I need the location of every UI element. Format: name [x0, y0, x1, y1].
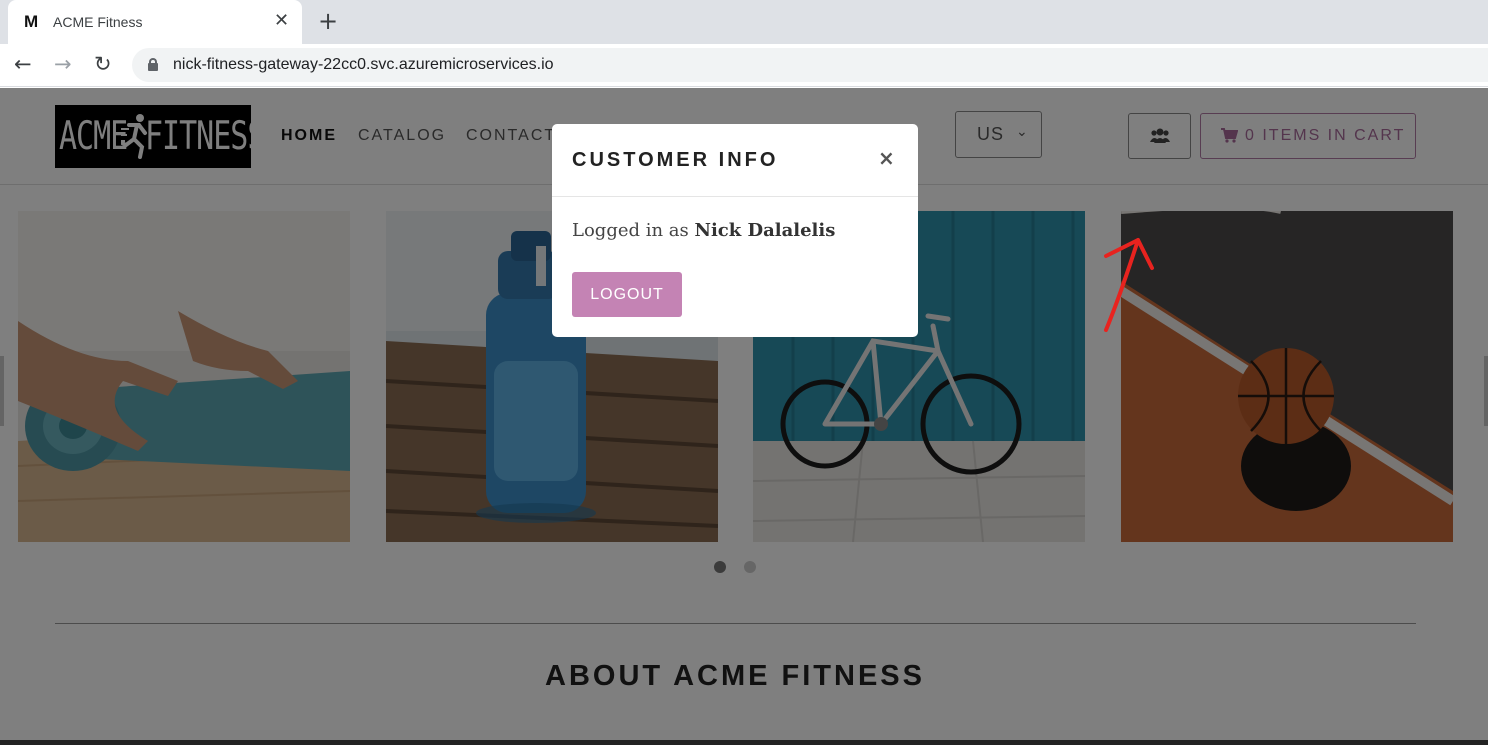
tab-title: ACME Fitness — [53, 14, 143, 30]
favicon-icon: M — [24, 12, 39, 31]
logged-in-prefix: Logged in as — [572, 220, 695, 241]
browser-toolbar: ← → ↻ nick-fitness-gateway-22cc0.svc.azu… — [0, 44, 1488, 87]
lock-icon[interactable] — [148, 58, 158, 71]
modal-divider — [552, 196, 918, 197]
address-bar[interactable]: nick-fitness-gateway-22cc0.svc.azuremicr… — [132, 48, 1488, 82]
tab-close-icon[interactable]: ✕ — [274, 10, 289, 31]
annotation-arrow — [1104, 238, 1154, 332]
logged-in-text: Logged in as Nick Dalalelis — [572, 220, 835, 241]
forward-arrow-icon[interactable]: → — [54, 52, 72, 76]
customer-info-modal: CUSTOMER INFO × Logged in as Nick Dalale… — [552, 124, 918, 337]
logout-button[interactable]: LOGOUT — [572, 272, 682, 317]
user-name: Nick Dalalelis — [694, 220, 836, 241]
browser-tab[interactable]: M ACME Fitness ✕ — [8, 0, 302, 44]
bottom-edge — [0, 740, 1488, 745]
new-tab-icon[interactable]: + — [318, 7, 338, 35]
close-icon[interactable]: × — [878, 146, 895, 170]
url-text[interactable]: nick-fitness-gateway-22cc0.svc.azuremicr… — [173, 56, 554, 74]
page-content: ACME FITNESS HOME CATALOG CONTACT US ⌄ — [0, 88, 1488, 745]
browser-tab-bar: M ACME Fitness ✕ + — [0, 0, 1488, 44]
logout-label: LOGOUT — [590, 286, 664, 303]
modal-title: CUSTOMER INFO — [572, 149, 779, 171]
back-arrow-icon[interactable]: ← — [14, 52, 32, 76]
reload-icon[interactable]: ↻ — [94, 52, 112, 76]
